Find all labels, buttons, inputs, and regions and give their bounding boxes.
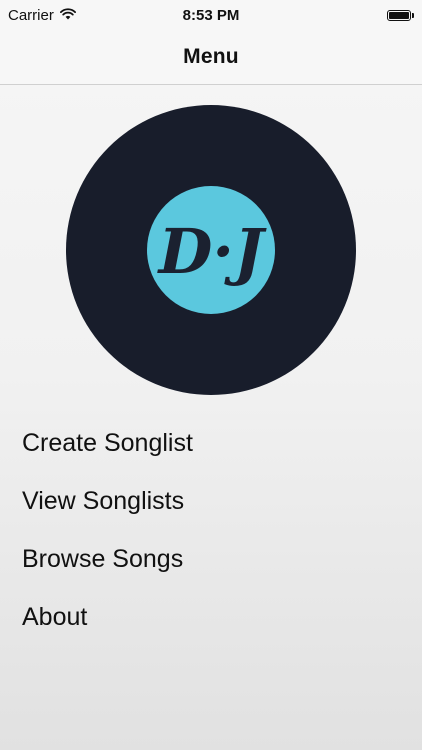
- battery-tip: [412, 12, 414, 18]
- wifi-icon: [59, 7, 76, 24]
- battery-icon: [387, 9, 414, 21]
- navigation-bar: Menu: [0, 30, 422, 85]
- battery-fill: [389, 11, 409, 19]
- carrier-label: Carrier: [8, 6, 54, 24]
- battery-body: [387, 9, 411, 21]
- status-bar: Carrier 8:53 PM: [0, 0, 422, 30]
- main-menu: Create Songlist View Songlists Browse So…: [22, 414, 402, 646]
- status-left: Carrier: [8, 7, 76, 24]
- menu-item-browse-songs[interactable]: Browse Songs: [22, 530, 402, 588]
- menu-item-about[interactable]: About: [22, 588, 402, 646]
- menu-item-create-songlist[interactable]: Create Songlist: [22, 414, 402, 472]
- logo-text: D·J: [157, 215, 267, 288]
- menu-item-view-songlists[interactable]: View Songlists: [22, 472, 402, 530]
- page-title: Menu: [183, 45, 239, 68]
- vinyl-record-icon: D·J: [66, 105, 356, 395]
